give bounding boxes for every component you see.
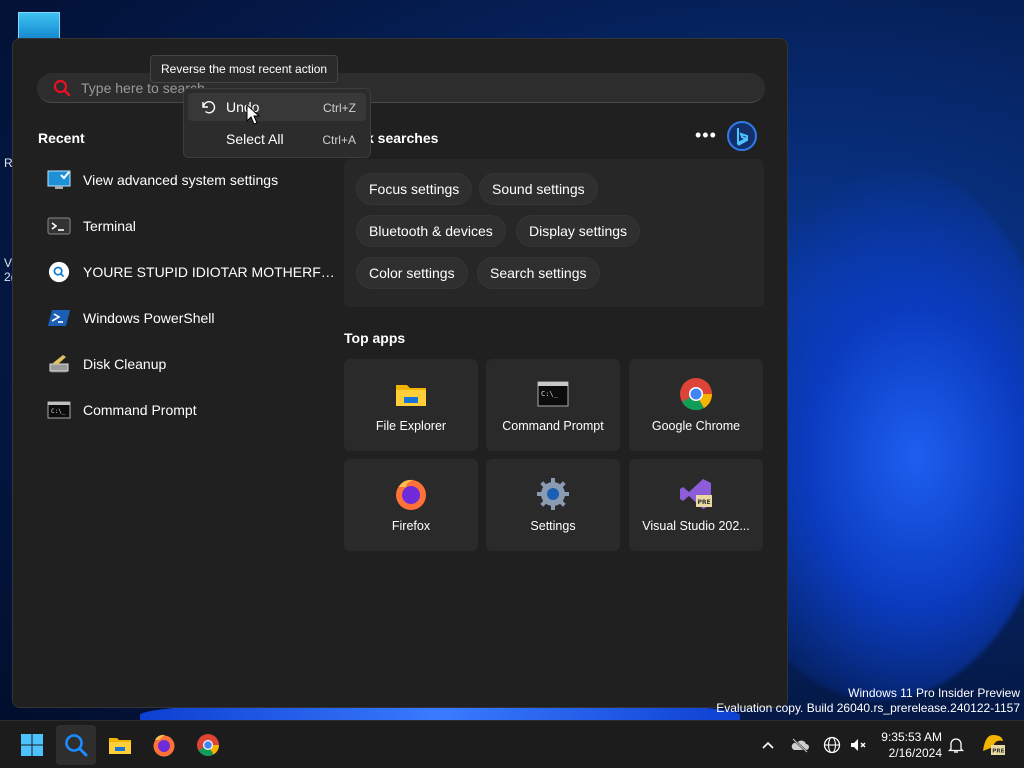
recent-item-powershell[interactable]: Windows PowerShell	[47, 301, 337, 335]
start-button[interactable]	[12, 725, 52, 765]
globe-icon[interactable]	[822, 735, 842, 755]
bing-icon[interactable]	[727, 121, 757, 151]
command-prompt-icon: C:\_	[537, 381, 569, 407]
recent-item-label: View advanced system settings	[83, 172, 279, 188]
recent-item-label: Command Prompt	[83, 402, 197, 418]
app-tile-settings[interactable]: Settings	[486, 459, 620, 551]
firefox-icon	[153, 734, 175, 757]
chip-sound-settings[interactable]: Sound settings	[479, 173, 598, 205]
svg-text:PRE: PRE	[698, 499, 711, 506]
evaluation-watermark: Windows 11 Pro Insider Preview Evaluatio…	[716, 686, 1020, 716]
menu-item-shortcut: Ctrl+A	[322, 133, 356, 147]
powershell-icon	[48, 310, 70, 326]
search-icon	[48, 261, 70, 283]
app-tile-label: Command Prompt	[502, 419, 604, 433]
search-icon	[53, 79, 71, 97]
chip-bluetooth-devices[interactable]: Bluetooth & devices	[356, 215, 506, 247]
chrome-icon	[197, 734, 219, 756]
notification-bell-icon[interactable]	[946, 735, 966, 755]
recent-item-advanced-settings[interactable]: View advanced system settings	[47, 163, 337, 197]
copilot-pre-icon[interactable]: PRE	[980, 731, 1006, 757]
taskbar-file-explorer[interactable]	[100, 725, 140, 765]
onedrive-offline-icon[interactable]	[790, 735, 810, 755]
recent-item-label: Disk Cleanup	[83, 356, 167, 372]
recent-item-label: Windows PowerShell	[83, 310, 215, 326]
app-tile-firefox[interactable]: Firefox	[344, 459, 478, 551]
start-menu: Type here to search Recent View advanced…	[12, 38, 788, 708]
app-tile-file-explorer[interactable]: File Explorer	[344, 359, 478, 451]
quick-searches-title: k searches	[366, 130, 439, 146]
chip-focus-settings[interactable]: Focus settings	[356, 173, 473, 205]
search-box[interactable]: Type here to search	[37, 73, 765, 103]
app-tile-visual-studio[interactable]: PRE Visual Studio 202...	[629, 459, 763, 551]
recent-item-label: YOURE STUPID IDIOTAR MOTHERFUCK...	[83, 264, 337, 280]
taskbar: 9:35:53 AM 2/16/2024 PRE	[0, 720, 1024, 768]
quick-searches-panel: Focus settings Sound settings Bluetooth …	[344, 159, 764, 307]
app-tile-google-chrome[interactable]: Google Chrome	[629, 359, 763, 451]
svg-text:C:\_: C:\_	[541, 390, 559, 398]
menu-item-shortcut: Ctrl+Z	[323, 101, 356, 115]
taskbar-firefox[interactable]	[144, 725, 184, 765]
tooltip: Reverse the most recent action	[150, 55, 339, 83]
clock[interactable]: 9:35:53 AM 2/16/2024	[872, 729, 942, 761]
folder-icon	[109, 738, 131, 754]
recent-item-disk-cleanup[interactable]: Disk Cleanup	[47, 347, 337, 381]
menu-item-select-all[interactable]: Select All Ctrl+A	[188, 125, 366, 153]
chip-search-settings[interactable]: Search settings	[477, 257, 600, 289]
chrome-icon	[680, 378, 713, 411]
command-prompt-icon: C:\_	[47, 401, 71, 419]
context-menu: Undo Ctrl+Z Select All Ctrl+A	[183, 88, 371, 158]
menu-item-undo[interactable]: Undo Ctrl+Z	[188, 93, 366, 121]
undo-icon	[202, 101, 216, 114]
chip-display-settings[interactable]: Display settings	[516, 215, 641, 247]
clock-date: 2/16/2024	[888, 746, 942, 760]
app-tile-label: Visual Studio 202...	[642, 519, 750, 533]
recent-item-command-prompt[interactable]: C:\_ Command Prompt	[47, 393, 337, 427]
search-icon	[65, 734, 88, 757]
watermark-line-2: Evaluation copy. Build 26040.rs_prerelea…	[716, 701, 1020, 715]
app-tile-label: File Explorer	[375, 419, 447, 433]
svg-text:C:\_: C:\_	[51, 408, 66, 415]
terminal-icon	[47, 217, 71, 235]
app-tile-label: Firefox	[391, 519, 431, 533]
desktop-text-fragment: V	[4, 256, 13, 270]
recent-item-web-search[interactable]: YOURE STUPID IDIOTAR MOTHERFUCK...	[47, 255, 337, 289]
clock-time: 9:35:53 AM	[881, 730, 942, 744]
app-tile-label: Settings	[530, 519, 576, 533]
system-settings-icon	[47, 170, 71, 189]
desktop-icon[interactable]	[18, 12, 60, 40]
recent-item-terminal[interactable]: Terminal	[47, 209, 337, 243]
gear-icon	[537, 478, 569, 510]
taskbar-search-button[interactable]	[56, 725, 96, 765]
disk-cleanup-icon	[49, 355, 69, 373]
folder-icon	[396, 385, 426, 406]
recent-item-label: Terminal	[83, 218, 136, 234]
menu-item-label: Select All	[226, 131, 284, 147]
chevron-up-icon[interactable]	[758, 735, 778, 755]
mouse-cursor-icon	[246, 104, 260, 125]
chip-color-settings[interactable]: Color settings	[356, 257, 468, 289]
visual-studio-icon: PRE	[680, 479, 712, 509]
top-apps-title: Top apps	[344, 330, 406, 346]
more-options-icon[interactable]: •••	[695, 125, 717, 146]
firefox-icon	[396, 479, 426, 510]
svg-text:PRE: PRE	[992, 749, 1004, 755]
app-tile-label: Google Chrome	[651, 419, 741, 433]
app-tile-command-prompt[interactable]: C:\_ Command Prompt	[486, 359, 620, 451]
volume-muted-icon[interactable]	[848, 735, 868, 755]
windows-logo-icon	[21, 734, 43, 756]
watermark-line-1: Windows 11 Pro Insider Preview	[848, 686, 1020, 700]
taskbar-chrome[interactable]	[188, 725, 228, 765]
recent-title: Recent	[38, 130, 85, 146]
